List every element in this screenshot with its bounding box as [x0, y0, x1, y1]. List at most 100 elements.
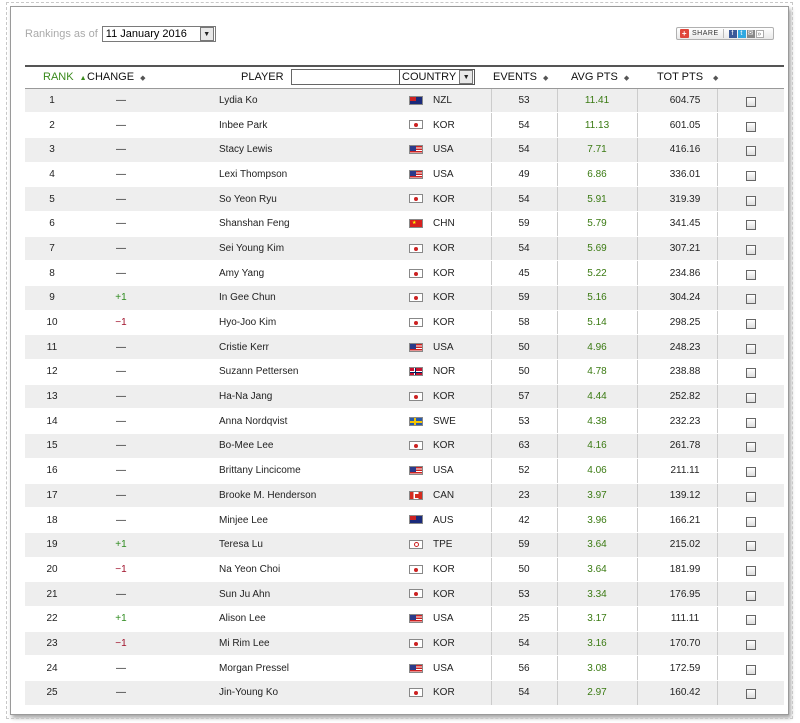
rank-header-label: RANK [43, 71, 74, 84]
row-select-checkbox[interactable] [745, 343, 756, 354]
twitter-icon[interactable]: t [737, 29, 746, 38]
chevron-down-icon[interactable]: ▼ [459, 70, 474, 85]
player-name[interactable]: Lydia Ko [159, 88, 399, 114]
rank-cell: 8 [25, 260, 83, 286]
country-code: CAN [433, 489, 455, 501]
table-row: 8— Amy Yang KOR 45 5.22 234.86 [25, 260, 784, 286]
player-name[interactable]: Brooke M. Henderson [159, 483, 399, 509]
row-select-checkbox[interactable] [745, 244, 756, 255]
country-code: USA [433, 168, 454, 180]
player-name[interactable]: Inbee Park [159, 112, 399, 138]
row-select-checkbox[interactable] [745, 590, 756, 601]
flag-icon [409, 317, 423, 327]
row-select-checkbox[interactable] [745, 146, 756, 157]
rank-cell: 22 [25, 606, 83, 632]
player-name[interactable]: Mi Rim Lee [159, 631, 399, 657]
email-icon[interactable]: ✉ [746, 29, 755, 38]
row-select-checkbox[interactable] [745, 269, 756, 280]
player-name[interactable]: Amy Yang [159, 260, 399, 286]
rankings-date-value: 11 January 2016 [105, 28, 187, 40]
flag-icon [409, 367, 423, 377]
row-select-checkbox[interactable] [745, 467, 756, 478]
events-cell: 50 [490, 359, 557, 385]
events-cell: 54 [490, 112, 557, 138]
row-select-checkbox[interactable] [745, 615, 756, 626]
country-code: KOR [433, 440, 455, 452]
rankings-date-select[interactable]: 11 January 2016 ▼ [101, 26, 216, 42]
row-select-checkbox[interactable] [745, 220, 756, 231]
player-name[interactable]: Cristie Kerr [159, 334, 399, 361]
player-name[interactable]: Brittany Lincicome [159, 458, 399, 484]
player-name[interactable]: Jin-Young Ko [159, 680, 399, 706]
player-name-text: Brittany Lincicome [219, 465, 301, 477]
player-name[interactable]: Anna Nordqvist [159, 408, 399, 435]
player-name[interactable]: Minjee Lee [159, 507, 399, 533]
player-name-text: Stacy Lewis [219, 144, 273, 156]
row-select-checkbox[interactable] [745, 516, 756, 527]
rank-cell: 16 [25, 458, 83, 484]
chevron-down-icon[interactable]: ▼ [199, 27, 214, 41]
player-name[interactable]: Stacy Lewis [159, 137, 399, 163]
table-row: 5— So Yeon Ryu KOR 54 5.91 319.39 [25, 186, 784, 212]
player-name[interactable]: Sei Young Kim [159, 236, 399, 262]
row-select-checkbox[interactable] [745, 639, 756, 650]
row-select-checkbox[interactable] [745, 664, 756, 675]
tot-pts-column-header[interactable]: TOT PTS ◆ [637, 65, 718, 89]
events-cell: 59 [490, 532, 557, 558]
country-code: KOR [433, 242, 455, 254]
player-name[interactable]: Morgan Pressel [159, 655, 399, 681]
row-select-checkbox[interactable] [745, 294, 756, 305]
facebook-icon[interactable]: f [728, 29, 737, 38]
player-name[interactable]: Ha-Na Jang [159, 384, 399, 410]
row-select-checkbox[interactable] [745, 319, 756, 330]
change-cell: — [83, 260, 159, 286]
player-name[interactable]: So Yeon Ryu [159, 186, 399, 212]
flag-icon: ★ [409, 219, 423, 229]
events-column-header[interactable]: EVENTS ◆ [491, 65, 557, 89]
tot-pts-cell: 181.99 [636, 557, 717, 583]
row-select-checkbox[interactable] [745, 393, 756, 404]
country-cell: KOR [399, 260, 491, 286]
row-select-checkbox[interactable] [745, 368, 756, 379]
flag-icon [409, 268, 423, 278]
row-select-checkbox[interactable] [745, 689, 756, 700]
row-select-checkbox[interactable] [745, 491, 756, 502]
row-select-checkbox[interactable] [745, 96, 756, 107]
player-name[interactable]: Sun Ju Ahn [159, 581, 399, 607]
player-name[interactable]: Na Yeon Choi [159, 557, 399, 583]
player-name[interactable]: Bo-Mee Lee [159, 433, 399, 459]
select-cell [716, 162, 784, 188]
flag-icon [409, 540, 423, 550]
avg-pts-column-header[interactable]: AVG PTS ◆ [557, 65, 637, 89]
share-button[interactable]: + SHARE f t ✉ » [676, 27, 774, 40]
sort-arrows-icon: ◆ [543, 75, 549, 83]
row-select-checkbox[interactable] [745, 121, 756, 132]
country-cell: USA [399, 137, 491, 163]
row-select-checkbox[interactable] [745, 195, 756, 206]
change-column-header[interactable]: CHANGE ◆ [83, 65, 159, 89]
player-name[interactable]: Lexi Thompson [159, 162, 399, 188]
change-cell: — [83, 408, 159, 435]
country-filter-select[interactable]: COUNTRY ▼ [399, 69, 476, 86]
player-name[interactable]: In Gee Chun [159, 285, 399, 311]
more-icon[interactable]: » [755, 29, 764, 38]
country-cell: USA [399, 334, 491, 361]
change-cell: — [83, 211, 159, 237]
player-name[interactable]: Alison Lee [159, 606, 399, 632]
row-select-checkbox[interactable] [745, 565, 756, 576]
player-name[interactable]: Shanshan Feng [159, 211, 399, 237]
rank-column-header[interactable]: RANK ▲ [25, 65, 87, 89]
player-name[interactable]: Teresa Lu [159, 532, 399, 558]
player-column-header: PLAYER ✕ [159, 65, 435, 89]
table-row: 16— Brittany Lincicome USA 52 4.06 211.11 [25, 458, 784, 484]
row-select-checkbox[interactable] [745, 541, 756, 552]
rank-cell: 3 [25, 137, 83, 163]
events-cell: 53 [490, 408, 557, 435]
player-name[interactable]: Hyo-Joo Kim [159, 310, 399, 336]
row-select-checkbox[interactable] [745, 417, 756, 428]
row-select-checkbox[interactable] [745, 170, 756, 181]
player-name[interactable]: Suzann Pettersen [159, 359, 399, 385]
row-select-checkbox[interactable] [745, 442, 756, 453]
country-code: NZL [433, 94, 452, 106]
change-cell: +1 [83, 285, 159, 311]
